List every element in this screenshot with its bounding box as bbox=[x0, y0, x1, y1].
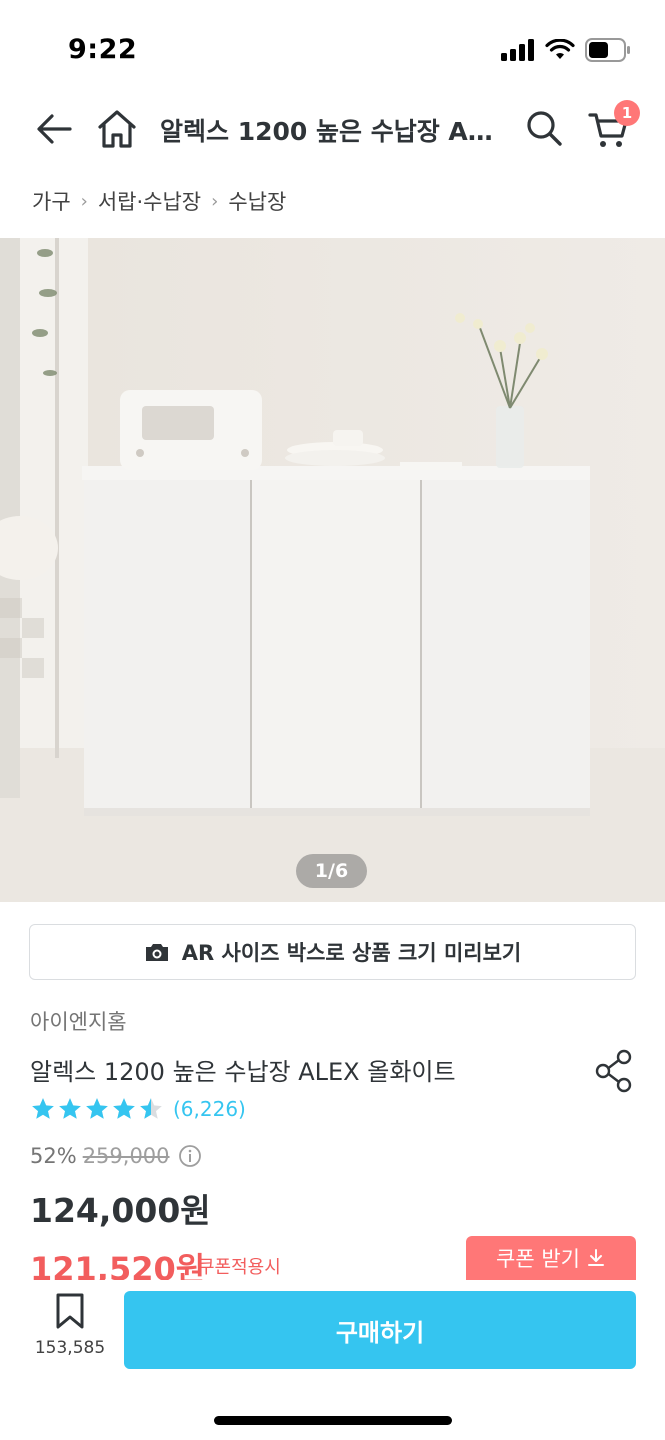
product-image-carousel[interactable] bbox=[0, 238, 665, 902]
search-icon bbox=[527, 111, 562, 146]
arrow-left-icon bbox=[37, 114, 72, 144]
rating[interactable]: (6,226) bbox=[30, 1096, 246, 1122]
share-icon bbox=[595, 1049, 632, 1093]
download-icon bbox=[587, 1249, 604, 1266]
status-bar: 9:22 bbox=[0, 0, 665, 100]
image-page-counter: 1/6 bbox=[296, 854, 367, 888]
bookmark-icon bbox=[56, 1293, 84, 1329]
ar-button-label: AR 사이즈 박스로 상품 크기 미리보기 bbox=[181, 941, 522, 965]
star-icon bbox=[59, 1098, 81, 1119]
camera-icon bbox=[145, 944, 168, 961]
search-button[interactable] bbox=[520, 104, 570, 154]
breadcrumb: 가구 › 서랍·수납장 › 수납장 bbox=[32, 186, 286, 216]
brand-name[interactable]: 아이엔지홈 bbox=[30, 1006, 127, 1036]
buy-button[interactable]: 구매하기 bbox=[124, 1291, 636, 1369]
chevron-right-icon: › bbox=[211, 190, 219, 212]
cellular-signal-icon bbox=[501, 39, 534, 61]
share-button[interactable] bbox=[592, 1048, 638, 1094]
wifi-icon bbox=[545, 39, 575, 59]
ar-size-preview-button[interactable]: AR 사이즈 박스로 상품 크기 미리보기 bbox=[29, 924, 636, 980]
breadcrumb-item[interactable]: 가구 bbox=[32, 186, 71, 216]
bookmark-count: 153,585 bbox=[34, 1338, 106, 1358]
get-coupon-button[interactable]: 쿠폰 받기 bbox=[466, 1236, 636, 1280]
page-title: 알렉스 1200 높은 수납장 AL... bbox=[160, 117, 500, 146]
discount-row: 52% 259,000 bbox=[30, 1144, 202, 1168]
coupon-button-label: 쿠폰 받기 bbox=[496, 1247, 580, 1271]
star-icon bbox=[140, 1098, 162, 1119]
breadcrumb-item[interactable]: 서랍·수납장 bbox=[98, 186, 201, 216]
star-icon bbox=[113, 1098, 135, 1119]
cart-count-badge: 1 bbox=[614, 100, 640, 126]
battery-icon bbox=[585, 38, 630, 62]
coupon-note: 쿠폰적용시 bbox=[198, 1257, 281, 1278]
bookmark-button[interactable]: 153,585 bbox=[30, 1292, 110, 1372]
status-icons bbox=[501, 38, 631, 62]
info-icon[interactable] bbox=[178, 1144, 202, 1168]
star-icon bbox=[32, 1098, 54, 1119]
status-time: 9:22 bbox=[68, 34, 138, 65]
original-price: 259,000 bbox=[82, 1144, 170, 1168]
chevron-right-icon: › bbox=[80, 190, 88, 212]
home-button[interactable] bbox=[92, 104, 142, 154]
back-button[interactable] bbox=[30, 104, 80, 154]
discount-rate: 52% bbox=[30, 1144, 77, 1168]
home-indicator bbox=[214, 1416, 452, 1425]
product-photo bbox=[0, 238, 665, 902]
nav-bar: 알렉스 1200 높은 수납장 AL... bbox=[0, 96, 665, 162]
star-icon bbox=[86, 1098, 108, 1119]
product-name: 알렉스 1200 높은 수납장 ALEX 올화이트 bbox=[30, 1058, 456, 1086]
review-count[interactable]: (6,226) bbox=[173, 1097, 246, 1121]
home-icon bbox=[98, 110, 136, 148]
breadcrumb-item[interactable]: 수납장 bbox=[228, 186, 286, 216]
sale-price: 124,000원 bbox=[30, 1191, 211, 1230]
rating-stars bbox=[30, 1096, 164, 1122]
